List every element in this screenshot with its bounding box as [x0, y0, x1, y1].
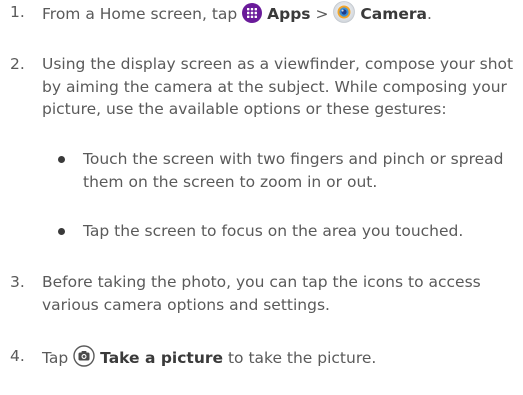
step-end: .: [426, 5, 432, 23]
camera-shutter-icon: [73, 345, 95, 374]
list-item: Tap the screen to focus on the area you …: [58, 220, 513, 243]
step-text-end: to take the picture.: [227, 349, 377, 367]
step-number: 2.: [10, 55, 25, 73]
camera-label: Camera: [360, 5, 427, 23]
step-text: Using the display screen as a viewfinder…: [42, 55, 514, 118]
step-text: Before taking the photo, you can tap the…: [42, 273, 481, 314]
apps-label: Apps: [267, 5, 311, 23]
step-2: 2. Using the display screen as a viewfin…: [10, 53, 515, 121]
bullet-dot: [58, 156, 65, 163]
bullet-text: Tap the screen to focus on the area you …: [83, 222, 464, 240]
step-1: 1. From a Home screen, tap Apps > Camera…: [10, 1, 515, 30]
camera-app-icon: [333, 1, 356, 30]
step-number: 1.: [10, 3, 25, 21]
bullet-dot: [58, 228, 65, 235]
step-4: 4. Tap Take a picture to take the pictur…: [10, 345, 515, 374]
bullet-text: Touch the screen with two fingers and pi…: [83, 150, 504, 191]
menu-separator: >: [315, 5, 329, 23]
take-picture-label: Take a picture: [100, 349, 224, 367]
step-text: From a Home screen, tap: [42, 5, 238, 23]
step-number: 4.: [10, 347, 25, 365]
step-number: 3.: [10, 273, 25, 291]
list-item: Touch the screen with two fingers and pi…: [58, 148, 513, 193]
step-text: Tap: [42, 349, 69, 367]
step-3: 3. Before taking the photo, you can tap …: [10, 271, 515, 316]
apps-grid-icon: [242, 3, 263, 30]
